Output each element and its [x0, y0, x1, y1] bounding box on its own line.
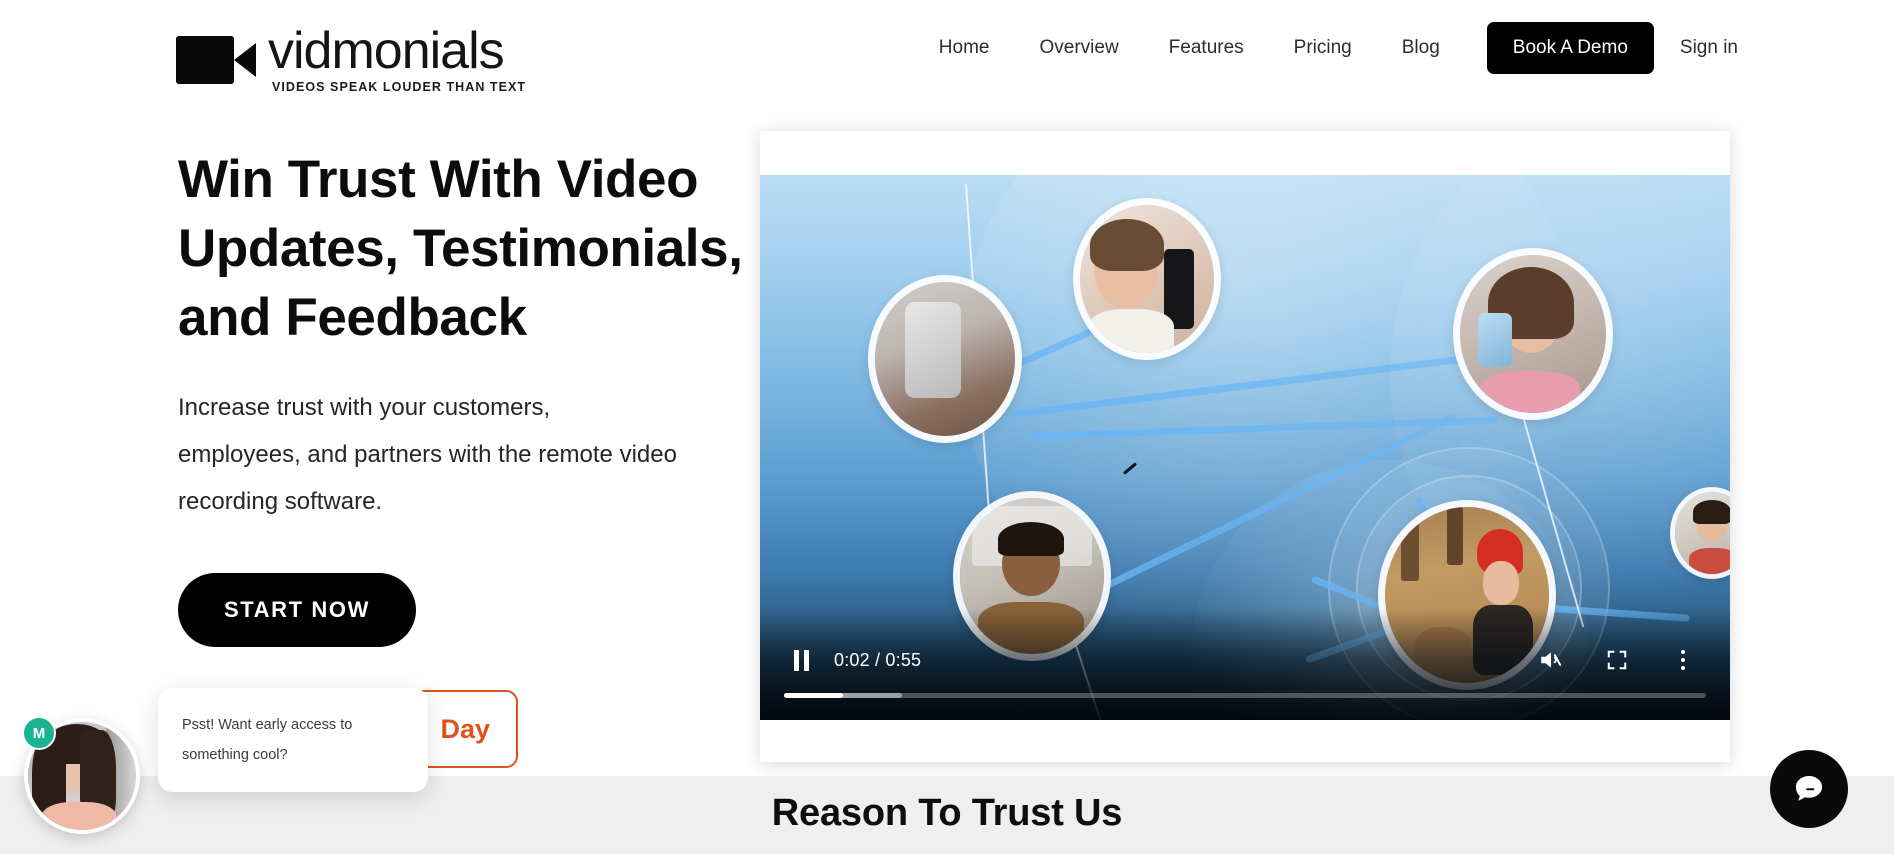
video-time-display: 0:02 / 0:55 [834, 649, 922, 670]
sign-in-link[interactable]: Sign in [1668, 37, 1738, 59]
mute-button[interactable] [1534, 643, 1568, 677]
video-camera-icon [176, 32, 260, 88]
page-title: Win Trust With Video Updates, Testimonia… [178, 150, 743, 347]
hero-content: Win Trust With Video Updates, Testimonia… [178, 145, 758, 647]
nav-item-pricing[interactable]: Pricing [1269, 37, 1377, 59]
chat-teaser-message: Psst! Want early access to something coo… [182, 717, 353, 763]
section-heading: Reason To Trust Us [771, 792, 1123, 834]
start-now-button[interactable]: START NOW [178, 573, 416, 647]
video-canvas: 0:02 / 0:55 [760, 175, 1730, 720]
landing-page: vidmonials VIDEOS SPEAK LOUDER THAN TEXT… [0, 0, 1894, 854]
volume-muted-icon [1541, 652, 1562, 668]
nav-item-home[interactable]: Home [914, 37, 1015, 59]
kebab-menu-icon [1681, 650, 1685, 670]
node-man-desk [953, 491, 1111, 661]
logo[interactable]: vidmonials VIDEOS SPEAK LOUDER THAN TEXT [176, 24, 526, 94]
fullscreen-icon [1607, 650, 1627, 670]
chat-teaser-popup[interactable]: Psst! Want early access to something coo… [158, 688, 428, 792]
node-woman-selfie [1073, 198, 1221, 360]
video-progress-bar[interactable] [784, 693, 1706, 698]
nav-item-overview[interactable]: Overview [1014, 37, 1143, 59]
status-badge: M [22, 716, 56, 750]
hero-subtitle: Increase trust with your customers, empl… [178, 394, 677, 515]
node-hand-phone [868, 275, 1022, 443]
logo-wordmark: vidmonials [268, 22, 505, 80]
free-trial-label: Day [440, 713, 490, 744]
nav-item-blog[interactable]: Blog [1377, 37, 1465, 59]
logo-tagline: VIDEOS SPEAK LOUDER THAN TEXT [272, 80, 527, 94]
nav-item-features[interactable]: Features [1144, 37, 1269, 59]
book-a-demo-button[interactable]: Book A Demo [1486, 22, 1654, 74]
more-options-button[interactable] [1666, 643, 1700, 677]
pause-button[interactable] [784, 643, 818, 677]
video-played-range [784, 693, 843, 698]
site-header: vidmonials VIDEOS SPEAK LOUDER THAN TEXT… [0, 0, 1894, 104]
video-player[interactable]: 0:02 / 0:55 [760, 131, 1730, 762]
fullscreen-button[interactable] [1600, 643, 1634, 677]
node-girl-mirror [1453, 248, 1613, 420]
main-navigation: Home Overview Features Pricing Blog Book… [914, 22, 1738, 74]
chat-launcher-button[interactable] [1770, 750, 1848, 828]
pause-icon [793, 649, 809, 671]
chat-bubble-icon [1795, 775, 1823, 801]
